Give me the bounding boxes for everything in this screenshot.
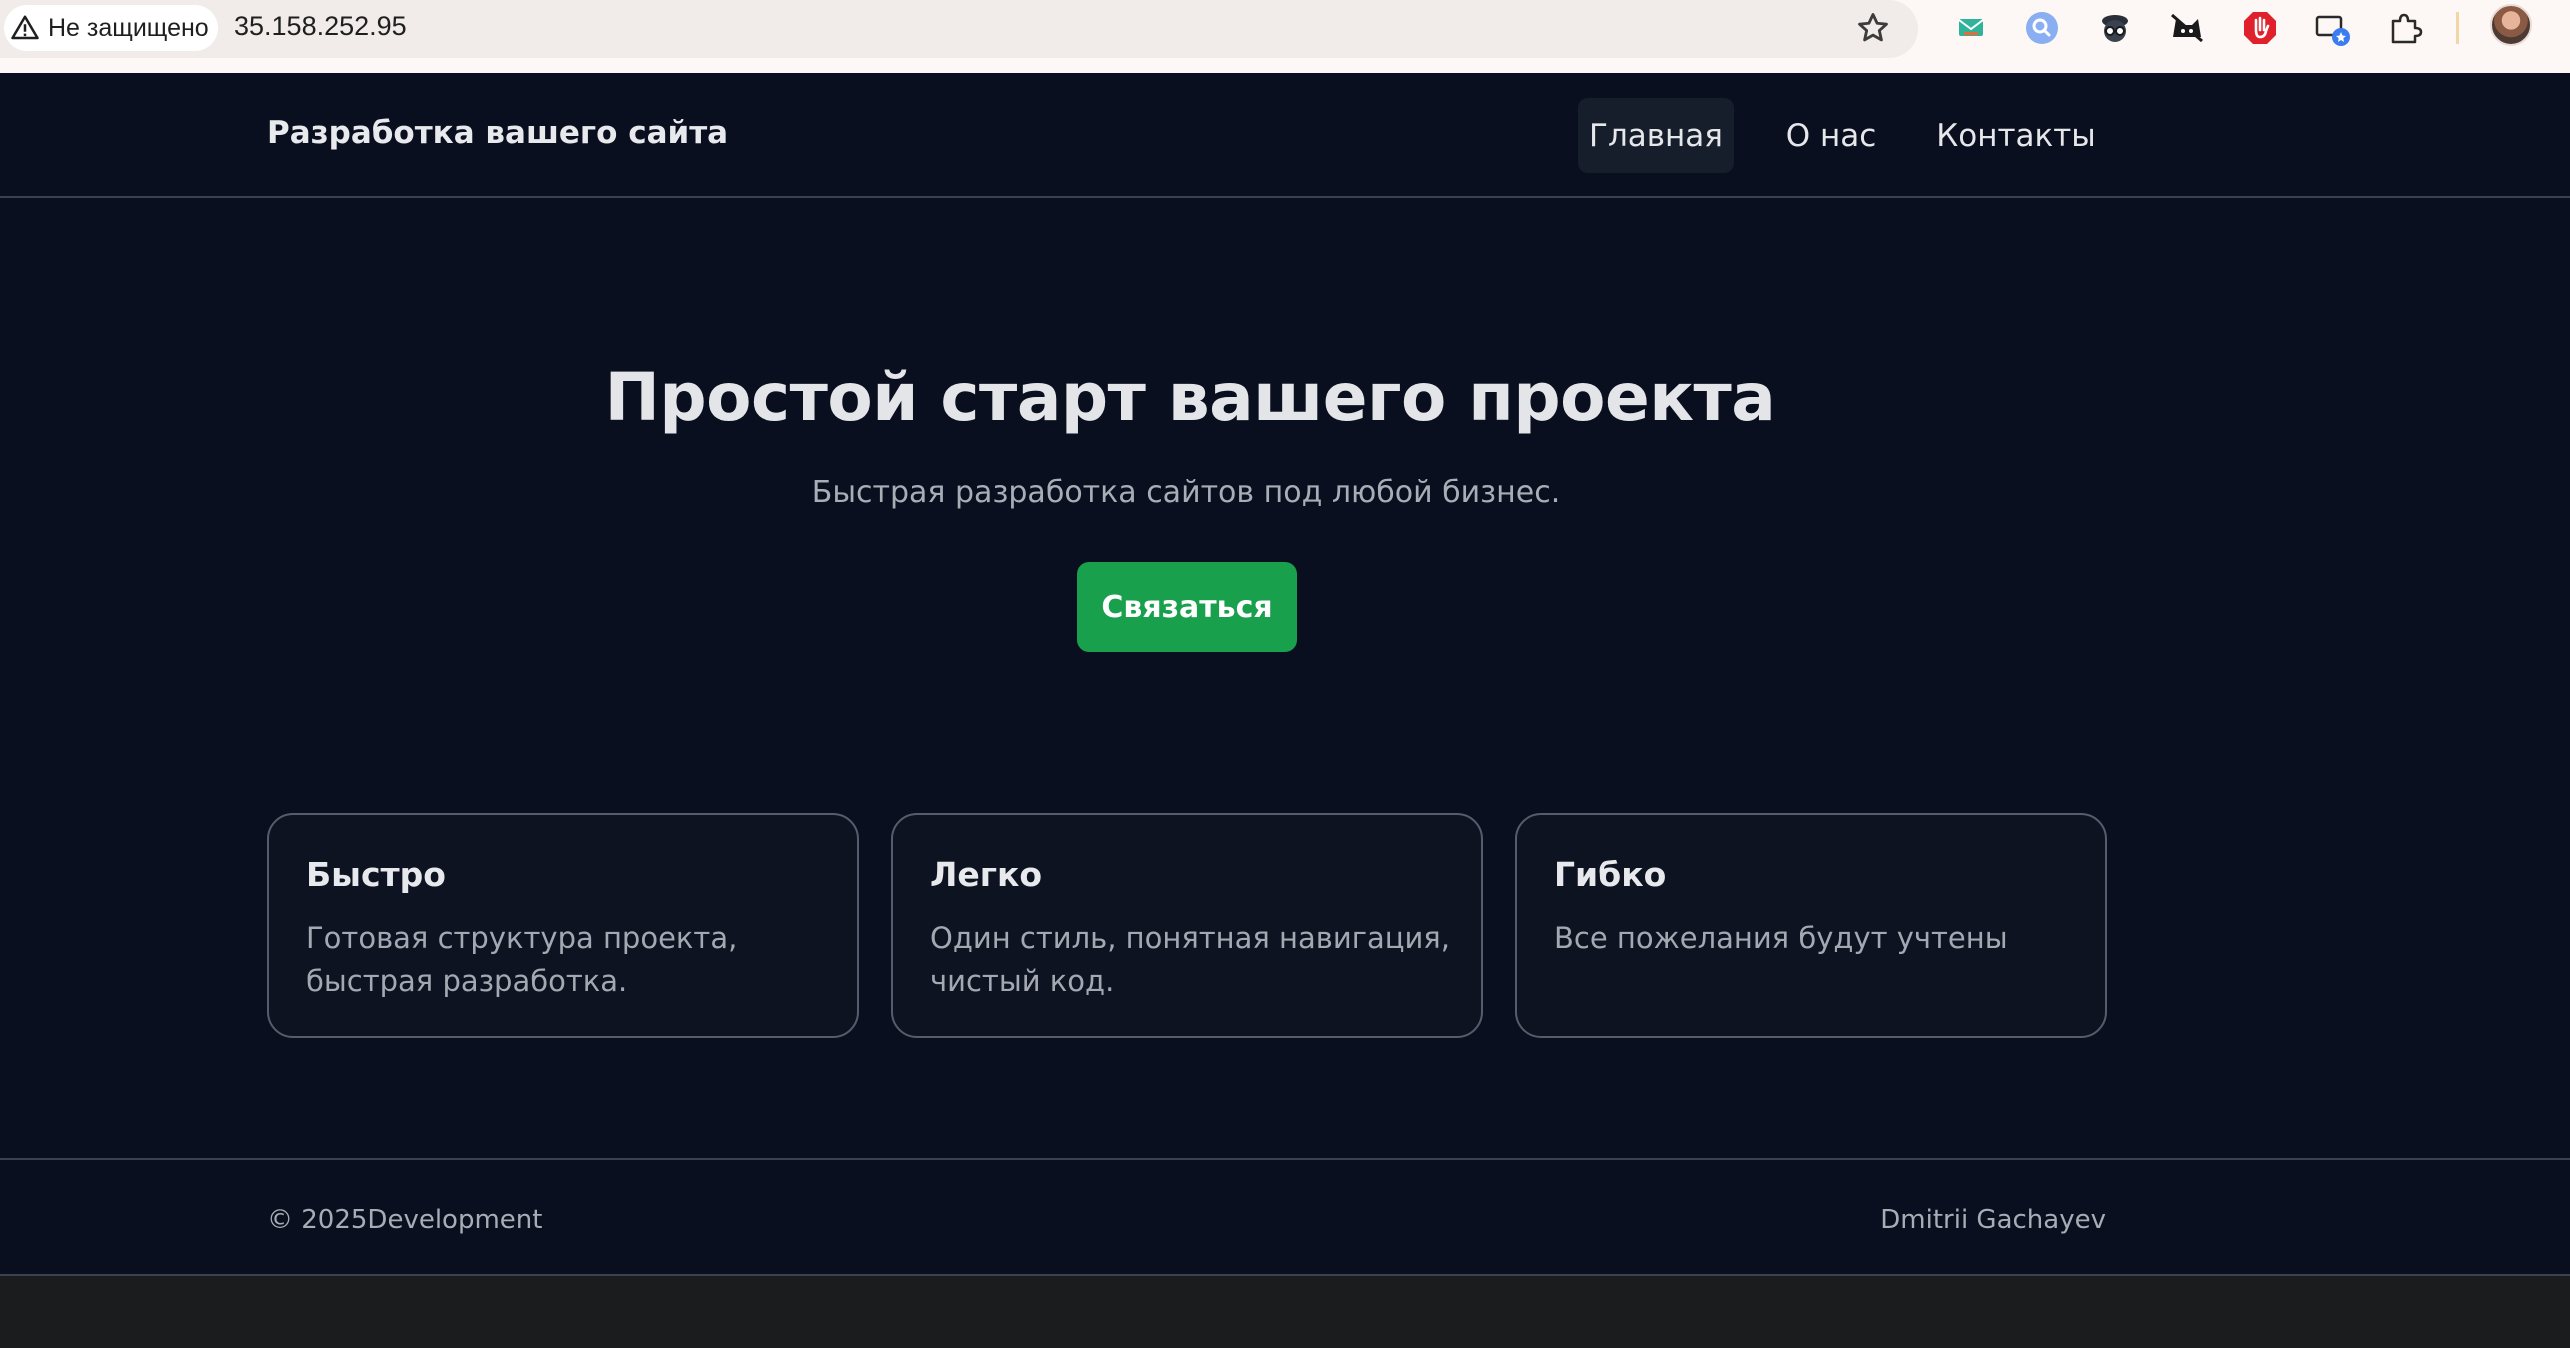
security-chip[interactable]: Не защищено [4, 5, 218, 51]
toolbar-divider [2456, 12, 2459, 44]
feature-card: Легко Один стиль, понятная навигация, чи… [891, 813, 1483, 1038]
bookmark-star-icon[interactable] [1854, 9, 1892, 47]
warning-icon [11, 15, 39, 40]
site-header: Разработка вашего сайта Главная О нас Ко… [0, 73, 2570, 198]
address-bar[interactable]: Не защищено 35.158.252.95 [0, 0, 1918, 58]
feature-card: Гибко Все пожелания будут учтены [1515, 813, 2107, 1038]
search-extension-icon[interactable] [2021, 7, 2063, 49]
url-text[interactable]: 35.158.252.95 [234, 11, 407, 42]
browser-toolbar: Не защищено 35.158.252.95 [0, 0, 2570, 73]
copyright-text: © 2025Development [267, 1205, 543, 1235]
web-page: Разработка вашего сайта Главная О нас Ко… [0, 73, 2570, 1276]
author-name: Dmitrii Gachayev [1880, 1205, 2106, 1235]
site-footer: © 2025Development Dmitrii Gachayev [0, 1158, 2570, 1276]
mail-extension-icon[interactable] [1950, 7, 1992, 49]
security-label: Не защищено [48, 13, 209, 42]
screen-cast-icon[interactable] [2311, 7, 2353, 49]
page-bottom-area [0, 1276, 2570, 1348]
hero-title: Простой старт вашего проекта [604, 359, 1776, 436]
feature-title: Гибко [1554, 855, 1667, 894]
nav-about[interactable]: О нас [1774, 98, 1888, 173]
feature-text: Все пожелания будут учтены [1554, 921, 2008, 955]
feature-card: Быстро Готовая структура проекта, быстра… [267, 813, 859, 1038]
feature-text: Один стиль, понятная навигация, чистый к… [930, 921, 1450, 998]
extensions-puzzle-icon[interactable] [2383, 7, 2425, 49]
contact-button[interactable]: Связаться [1077, 562, 1297, 652]
feature-title: Быстро [306, 855, 446, 894]
spy-extension-icon[interactable] [2094, 7, 2136, 49]
feature-title: Легко [930, 855, 1043, 894]
profile-avatar[interactable] [2490, 4, 2532, 46]
site-brand[interactable]: Разработка вашего сайта [267, 115, 728, 151]
nav-contacts[interactable]: Контакты [1932, 98, 2100, 173]
cat-extension-icon[interactable] [2166, 7, 2208, 49]
feature-text: Готовая структура проекта, быстрая разра… [306, 921, 738, 998]
nav-home[interactable]: Главная [1578, 98, 1734, 173]
adblock-stop-icon[interactable] [2239, 7, 2281, 49]
hero-subtitle: Быстрая разработка сайтов под любой бизн… [811, 475, 1561, 510]
